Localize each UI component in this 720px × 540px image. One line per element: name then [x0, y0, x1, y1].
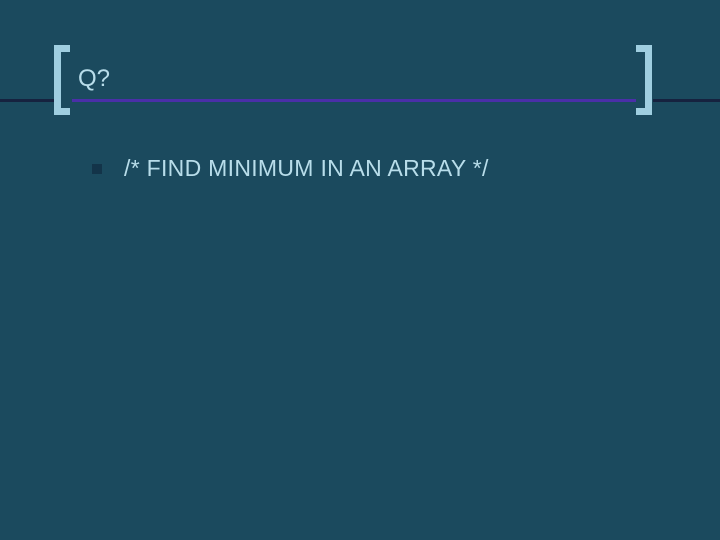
divider-center	[72, 99, 636, 102]
bullet-text: /* FIND MINIMUM IN AN ARRAY */	[124, 155, 489, 182]
bullet-icon	[92, 164, 102, 174]
slide: Q? /* FIND MINIMUM IN AN ARRAY */	[0, 0, 720, 540]
bracket-right-icon	[636, 45, 652, 115]
content-area: /* FIND MINIMUM IN AN ARRAY */	[92, 155, 489, 182]
slide-title: Q?	[78, 65, 110, 93]
bracket-left-icon	[54, 45, 70, 115]
divider-left	[0, 99, 55, 102]
title-bar: Q?	[0, 45, 720, 115]
divider-right	[653, 99, 720, 102]
